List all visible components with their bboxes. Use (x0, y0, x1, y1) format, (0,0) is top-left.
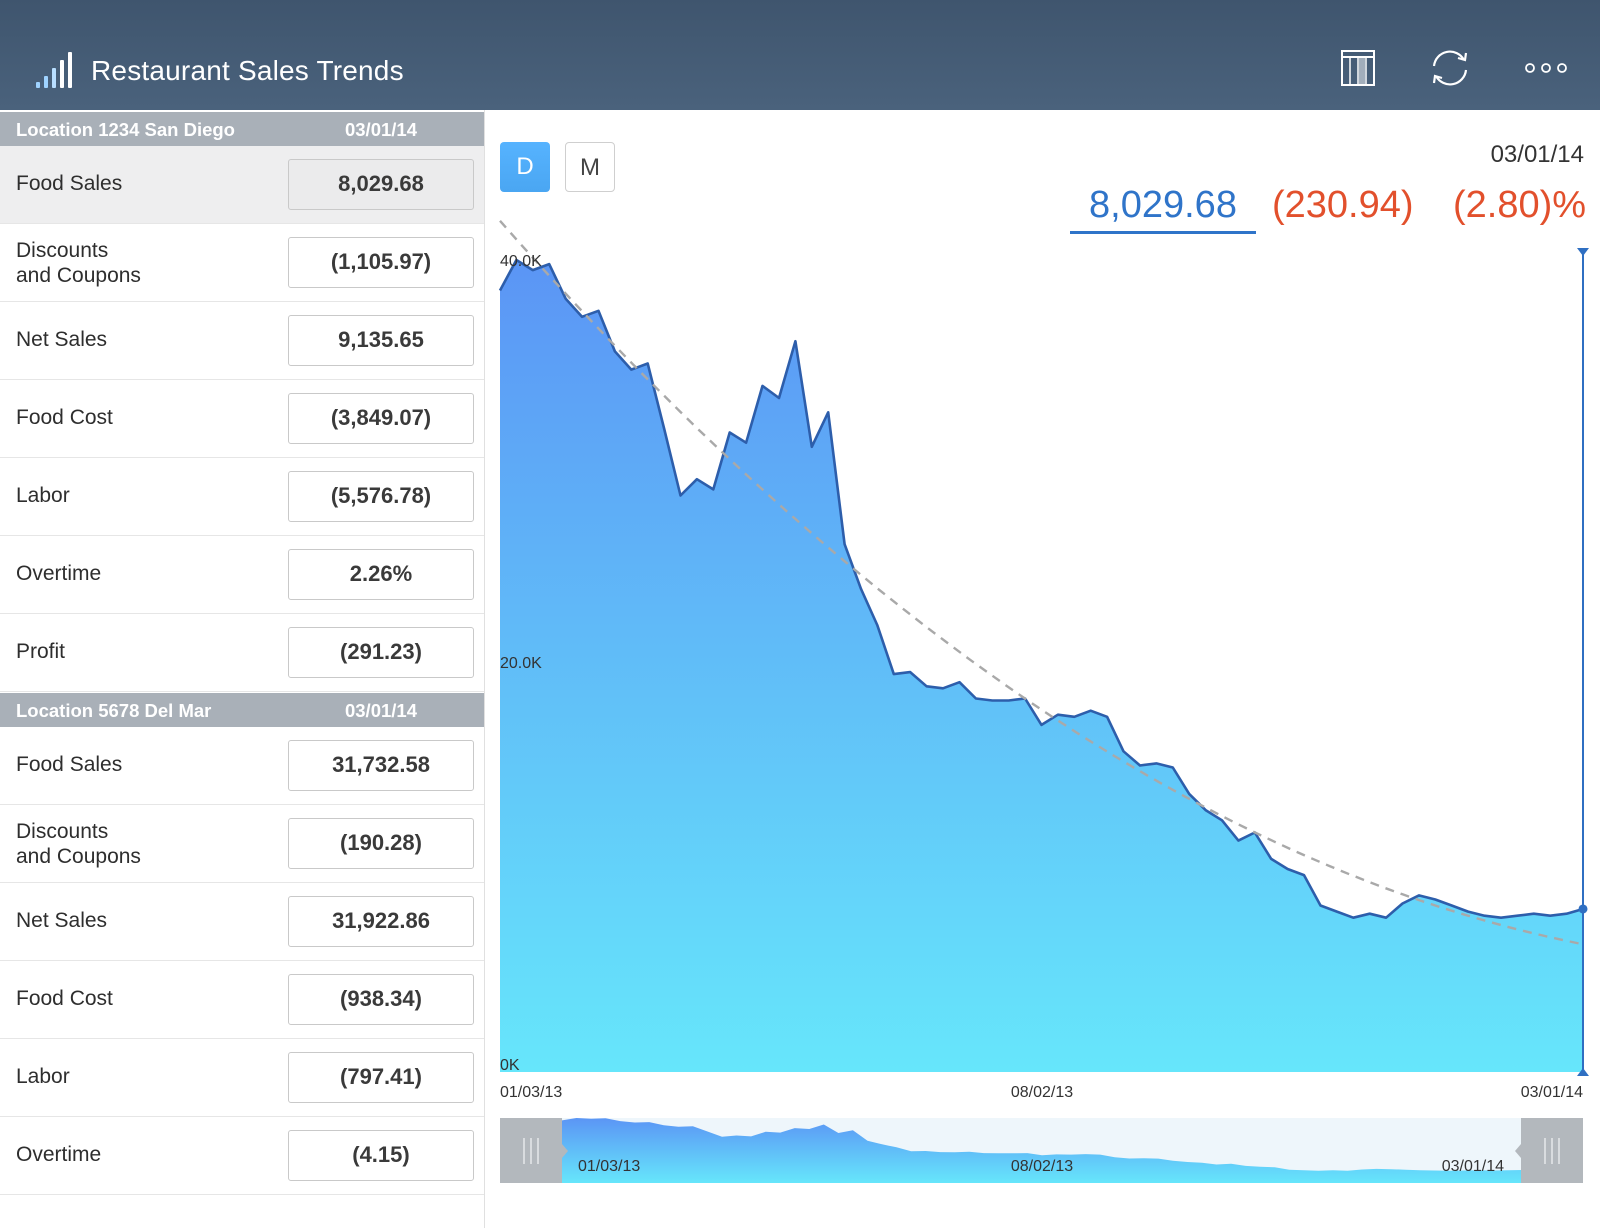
sales-area-chart[interactable]: 0K 20.0K 40.0K 01/03/13 08/02/13 03/01/14 01/… (0, 0, 1600, 1228)
cursor-top-marker (1577, 248, 1589, 256)
navigator-tick-label: 03/01/14 (1442, 1158, 1504, 1175)
y-tick-label: 20.0K (500, 655, 542, 672)
x-tick-label: 08/02/13 (1011, 1084, 1073, 1101)
cursor-point (1578, 904, 1588, 914)
y-tick-label: 0K (500, 1057, 520, 1074)
x-tick-label: 03/01/14 (1521, 1084, 1583, 1101)
x-tick-label: 01/03/13 (500, 1084, 562, 1101)
range-handle-right[interactable] (1515, 1118, 1583, 1183)
range-handle-left[interactable] (500, 1118, 568, 1183)
navigator-tick-label: 01/03/13 (578, 1158, 640, 1175)
sales-area (500, 260, 1583, 1072)
y-tick-label: 40.0K (500, 253, 542, 270)
navigator-tick-label: 08/02/13 (1011, 1158, 1073, 1175)
